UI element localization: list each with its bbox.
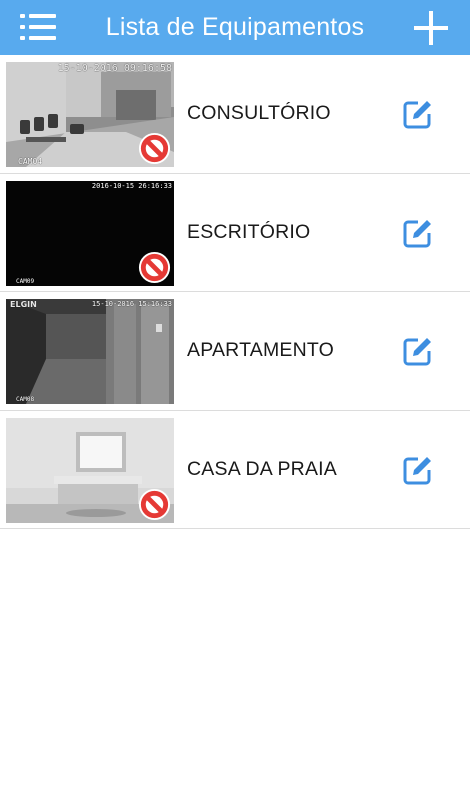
add-device-button[interactable] [412, 9, 450, 47]
app-bar: Lista de Equipamentos [0, 0, 470, 55]
camera-thumbnail[interactable]: 2016-10-15 26:16:33 CAM09 [6, 180, 174, 286]
device-name: APARTAMENTO [187, 339, 335, 361]
edit-icon [403, 338, 431, 366]
edit-icon [403, 219, 431, 247]
plus-icon [414, 11, 448, 45]
edit-button[interactable] [403, 99, 433, 129]
list-item[interactable]: 2016-10-15 26:16:33 CAM09 ESCRITÓRIO [0, 174, 470, 292]
camera-thumbnail[interactable] [6, 417, 174, 523]
edit-icon [403, 456, 431, 484]
edit-button[interactable] [403, 218, 433, 248]
list-item[interactable]: ELGIN 15-10-2016 15:16:33 CAM08 APARTAME… [0, 292, 470, 411]
page-title: Lista de Equipamentos [105, 13, 365, 41]
thumbnail-timestamp: 15-10-2016 09:16:58 [57, 63, 172, 74]
device-name: CASA DA PRAIA [187, 457, 337, 480]
thumbnail-camera-label: CAM09 [16, 277, 35, 285]
edit-icon [403, 101, 431, 129]
camera-thumbnail[interactable]: 15-10-2016 09:16:58 CAM04 [6, 62, 174, 167]
no-signal-icon [138, 132, 171, 165]
device-name: CONSULTÓRIO [187, 102, 331, 124]
edit-button[interactable] [403, 455, 433, 485]
no-signal-icon [138, 488, 171, 520]
thumbnail-camera-label: CAM04 [18, 157, 43, 166]
device-list: 15-10-2016 09:16:58 CAM04 CONSULTÓRIO 20… [0, 55, 470, 529]
thumbnail-timestamp: 2016-10-15 26:16:33 [91, 181, 172, 190]
camera-thumbnail[interactable]: ELGIN 15-10-2016 15:16:33 CAM08 [6, 299, 174, 404]
no-signal-icon [138, 251, 171, 283]
thumbnail-camera-label: CAM08 [16, 396, 35, 403]
thumbnail-brand: ELGIN [10, 300, 37, 309]
device-name: ESCRITÓRIO [187, 220, 311, 243]
thumbnail-timestamp: 15-10-2016 15:16:33 [91, 300, 172, 308]
list-item[interactable]: CASA DA PRAIA [0, 411, 470, 529]
edit-button[interactable] [403, 336, 433, 366]
list-item[interactable]: 15-10-2016 09:16:58 CAM04 CONSULTÓRIO [0, 55, 470, 174]
